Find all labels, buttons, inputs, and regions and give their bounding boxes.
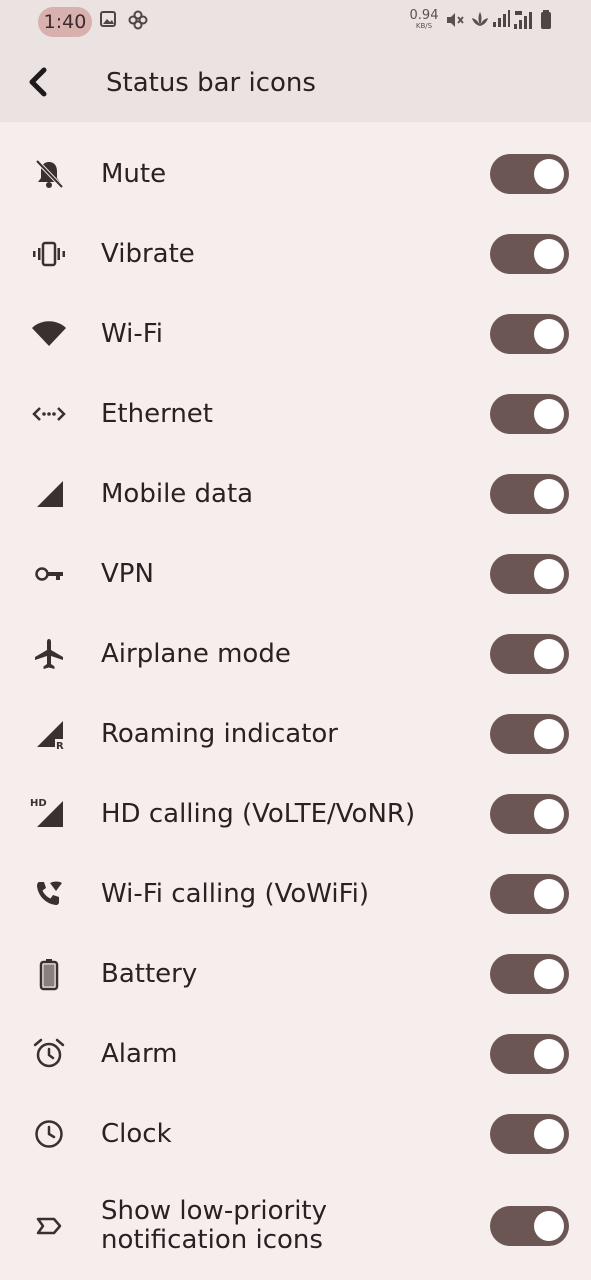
toggle-knob bbox=[534, 719, 564, 749]
pinwheel-icon bbox=[128, 10, 148, 30]
low-priority-icon bbox=[36, 1217, 62, 1235]
setting-row-alarm[interactable]: Alarm bbox=[0, 1014, 591, 1094]
vpn-toggle[interactable] bbox=[490, 554, 569, 594]
back-arrow-icon bbox=[29, 67, 47, 97]
setting-row-battery[interactable]: Battery bbox=[0, 934, 591, 1014]
setting-label: Show low-priority notification icons bbox=[101, 1197, 327, 1255]
setting-label: VPN bbox=[101, 559, 154, 589]
volume-mute-icon bbox=[447, 13, 464, 27]
mobile-signal-icon bbox=[37, 481, 63, 507]
toggle-knob bbox=[534, 319, 564, 349]
ethernet-icon bbox=[32, 407, 66, 421]
network-speed-value: 0.94 bbox=[409, 8, 439, 23]
setting-row-roaming-indicator[interactable]: R Roaming indicator bbox=[0, 694, 591, 774]
setting-row-low-priority[interactable]: Show low-priority notification icons bbox=[0, 1182, 591, 1270]
clock-toggle[interactable] bbox=[490, 1114, 569, 1154]
hd-signal-bars-icon bbox=[514, 11, 532, 29]
setting-label: Mobile data bbox=[101, 479, 254, 509]
image-icon bbox=[100, 11, 116, 27]
setting-label: Airplane mode bbox=[101, 639, 291, 669]
setting-row-ethernet[interactable]: Ethernet bbox=[0, 374, 591, 454]
toggle-knob bbox=[534, 1119, 564, 1149]
setting-label: Wi-Fi calling (VoWiFi) bbox=[101, 879, 370, 909]
status-bar: 1:40 0.94 KB/S bbox=[0, 0, 591, 44]
alarm-icon bbox=[33, 1038, 65, 1068]
hd-signal-icon: HD bbox=[30, 798, 63, 827]
setting-label: Battery bbox=[101, 959, 198, 989]
bell-off-icon bbox=[35, 159, 64, 189]
clock-icon bbox=[35, 1120, 63, 1148]
status-battery-icon bbox=[541, 10, 551, 29]
wifi-calling-toggle[interactable] bbox=[490, 874, 569, 914]
toggle-knob bbox=[534, 159, 564, 189]
svg-text:R: R bbox=[56, 741, 64, 752]
setting-label: Clock bbox=[101, 1119, 172, 1149]
wifi-toggle[interactable] bbox=[490, 314, 569, 354]
signal-bars-icon bbox=[493, 10, 510, 27]
toggle-knob bbox=[534, 959, 564, 989]
setting-label: Vibrate bbox=[101, 239, 195, 269]
setting-label: Ethernet bbox=[101, 399, 213, 429]
back-button[interactable] bbox=[22, 62, 62, 102]
setting-row-vpn[interactable]: VPN bbox=[0, 534, 591, 614]
hd-calling-toggle[interactable] bbox=[490, 794, 569, 834]
low-priority-toggle[interactable] bbox=[490, 1206, 569, 1246]
roaming-indicator-toggle[interactable] bbox=[490, 714, 569, 754]
setting-label: Roaming indicator bbox=[101, 719, 338, 749]
setting-label-line2: notification icons bbox=[101, 1225, 323, 1255]
ethernet-toggle[interactable] bbox=[490, 394, 569, 434]
vibrate-icon bbox=[33, 241, 65, 267]
setting-row-wifi[interactable]: Wi-Fi bbox=[0, 294, 591, 374]
page-title: Status bar icons bbox=[106, 68, 316, 98]
setting-label-line1: Show low-priority bbox=[101, 1196, 328, 1226]
toggle-knob bbox=[534, 799, 564, 829]
setting-row-wifi-calling[interactable]: Wi-Fi calling (VoWiFi) bbox=[0, 854, 591, 934]
vibrate-toggle[interactable] bbox=[490, 234, 569, 274]
svg-text:HD: HD bbox=[30, 798, 47, 809]
battery-icon bbox=[39, 959, 59, 991]
leaf-icon bbox=[472, 12, 488, 26]
toggle-knob bbox=[534, 239, 564, 269]
setting-row-hd-calling[interactable]: HD HD calling (VoLTE/VoNR) bbox=[0, 774, 591, 854]
setting-row-vibrate[interactable]: Vibrate bbox=[0, 214, 591, 294]
app-bar: 1:40 0.94 KB/S Status bar icons bbox=[0, 0, 591, 122]
network-speed-unit: KB/S bbox=[415, 22, 433, 30]
mobile-data-toggle[interactable] bbox=[490, 474, 569, 514]
alarm-toggle[interactable] bbox=[490, 1034, 569, 1074]
wifi-calling-icon bbox=[37, 881, 62, 905]
toggle-knob bbox=[534, 559, 564, 589]
airplane-icon bbox=[35, 639, 63, 669]
wifi-icon bbox=[32, 321, 66, 346]
toggle-knob bbox=[534, 879, 564, 909]
setting-row-mobile-data[interactable]: Mobile data bbox=[0, 454, 591, 534]
mute-toggle[interactable] bbox=[490, 154, 569, 194]
setting-label: Wi-Fi bbox=[101, 319, 164, 349]
vpn-key-icon bbox=[35, 567, 63, 581]
roaming-signal-icon: R bbox=[37, 721, 64, 752]
setting-row-airplane-mode[interactable]: Airplane mode bbox=[0, 614, 591, 694]
setting-label: HD calling (VoLTE/VoNR) bbox=[101, 799, 416, 829]
toggle-knob bbox=[534, 399, 564, 429]
setting-row-mute[interactable]: Mute bbox=[0, 134, 591, 214]
toggle-knob bbox=[534, 639, 564, 669]
toggle-knob bbox=[534, 479, 564, 509]
battery-toggle[interactable] bbox=[490, 954, 569, 994]
setting-label: Alarm bbox=[101, 1039, 178, 1069]
airplane-mode-toggle[interactable] bbox=[490, 634, 569, 674]
status-time: 1:40 bbox=[38, 7, 92, 37]
network-speed: 0.94 KB/S bbox=[409, 9, 439, 30]
setting-row-clock[interactable]: Clock bbox=[0, 1094, 591, 1174]
setting-label: Mute bbox=[101, 159, 167, 189]
toggle-knob bbox=[534, 1211, 564, 1241]
toggle-knob bbox=[534, 1039, 564, 1069]
